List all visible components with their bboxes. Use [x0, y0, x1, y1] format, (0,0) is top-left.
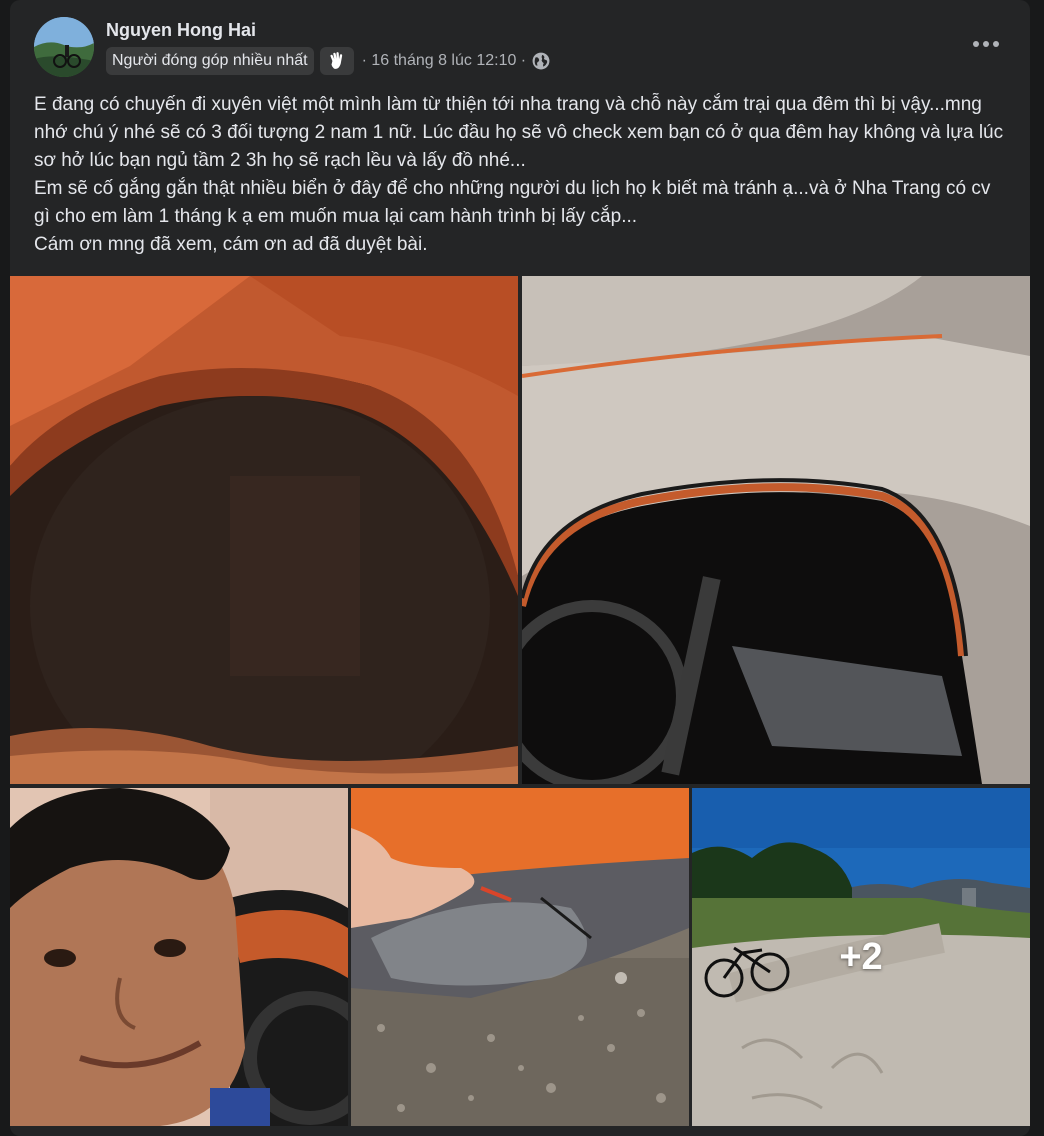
waving-hand-icon[interactable] — [319, 47, 354, 75]
post-card: Nguyen Hong Hai Người đóng góp nhiều nhấ… — [10, 0, 1030, 1136]
tent-with-bicycle-photo[interactable] — [522, 276, 1030, 784]
beach-bicycle-photo[interactable]: +2 — [692, 788, 1030, 1126]
tent-interior-dark-photo[interactable] — [10, 276, 518, 784]
post-timestamp[interactable]: · 16 tháng 8 lúc 12:10 · — [362, 52, 527, 70]
avatar[interactable] — [34, 17, 94, 77]
post-body: E đang có chuyến đi xuyên việt một mình … — [34, 91, 1009, 259]
post-paragraph: E đang có chuyến đi xuyên việt một mình … — [34, 94, 1004, 171]
top-contributor-badge[interactable]: Người đóng góp nhiều nhất — [106, 47, 314, 75]
post-header: Nguyen Hong Hai Người đóng góp nhiều nhấ… — [10, 0, 1030, 88]
selfie-photo[interactable] — [10, 788, 348, 1126]
photo-grid: +2 — [10, 276, 1030, 1136]
globe-icon[interactable] — [532, 52, 550, 70]
post-paragraph: Cám ơn mng đã xem, cám ơn ad đã duyệt bà… — [34, 234, 428, 255]
more-options-button[interactable] — [966, 30, 1006, 58]
avatar-image — [34, 17, 94, 77]
post-paragraph: Em sẽ cố gắng gắn thật nhiều biển ở đây … — [34, 178, 991, 227]
post-meta: Người đóng góp nhiều nhất · 16 tháng 8 l… — [106, 46, 550, 76]
slashed-tent-photo[interactable] — [351, 788, 689, 1126]
author-name[interactable]: Nguyen Hong Hai — [106, 20, 256, 41]
more-options-icon — [973, 41, 999, 47]
more-photos-count[interactable]: +2 — [692, 788, 1030, 1126]
